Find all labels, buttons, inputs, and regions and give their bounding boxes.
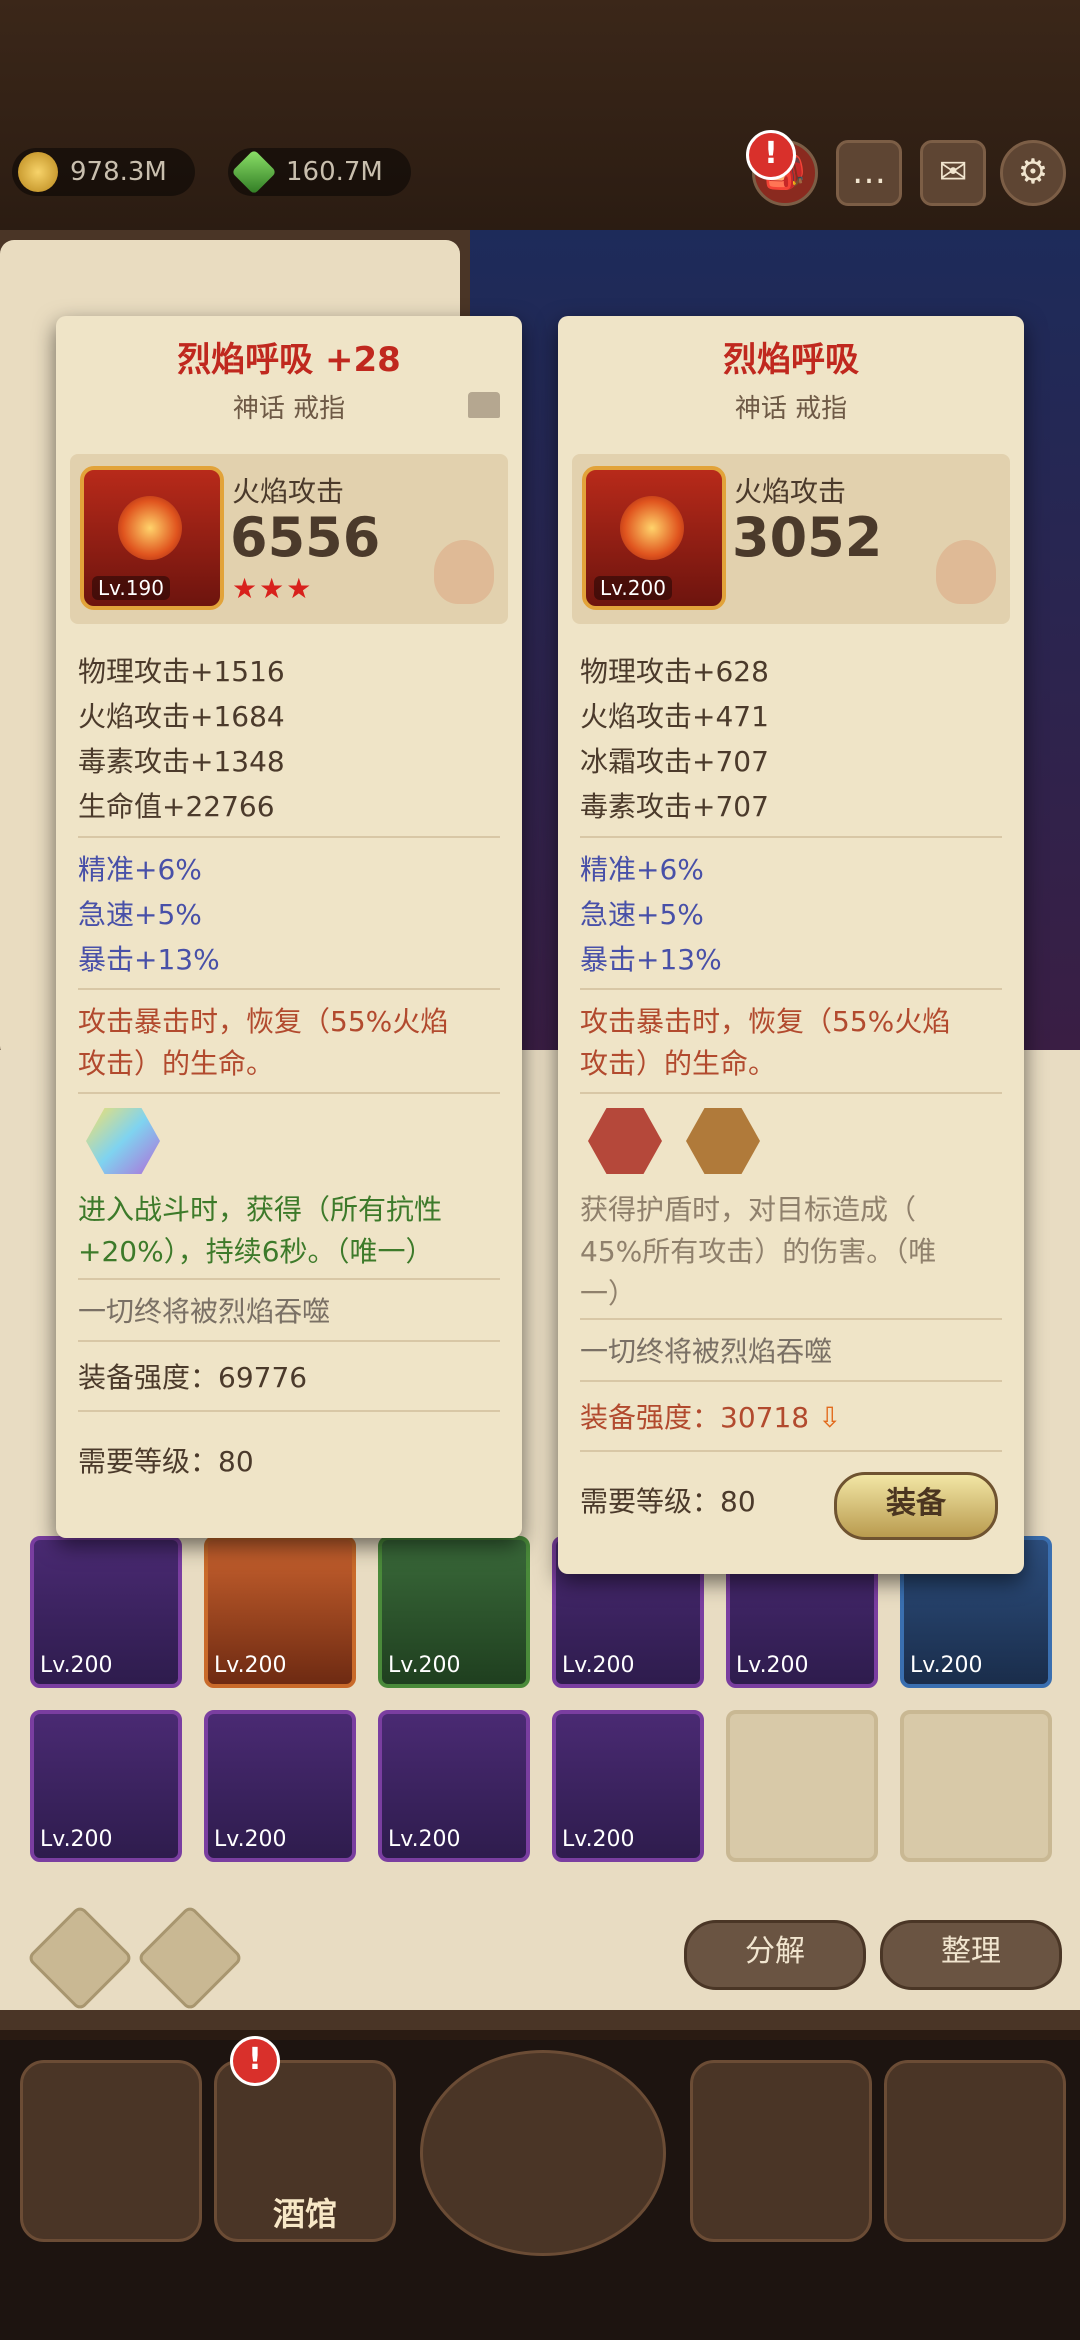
effect-line: 攻击）的生命。 bbox=[78, 1047, 275, 1080]
gem-amount: 160.7M bbox=[286, 157, 383, 187]
item-rarity-type: 神话 戒指 bbox=[734, 394, 848, 424]
bonus-line: 暴击+13% bbox=[580, 943, 722, 976]
empty-inventory-slot[interactable] bbox=[900, 1710, 1052, 1862]
star-rating: ★★★ bbox=[232, 572, 314, 605]
nav-adventure-button[interactable] bbox=[420, 2050, 666, 2256]
inventory-slot[interactable]: Lv.200 bbox=[378, 1710, 530, 1862]
main-stat-label: 火焰攻击 bbox=[734, 475, 847, 508]
gold-amount: 978.3M bbox=[70, 157, 167, 187]
required-level: 需要等级：80 bbox=[78, 1445, 254, 1478]
settings-icon[interactable]: ⚙ bbox=[1000, 140, 1066, 206]
socket-effect-line: 获得护盾时，对目标造成（ bbox=[580, 1193, 917, 1226]
divider bbox=[78, 1092, 500, 1094]
ring-gem-icon bbox=[118, 496, 182, 560]
flame-element-icon bbox=[434, 540, 494, 604]
organize-button[interactable]: 整理 bbox=[880, 1920, 1062, 1990]
item-rarity-type: 神话 戒指 bbox=[232, 394, 346, 424]
item-header: Lv.200 火焰攻击 3052 bbox=[572, 454, 1010, 624]
required-level: 需要等级：80 bbox=[580, 1485, 756, 1518]
item-name: 烈焰呼吸 bbox=[723, 340, 859, 380]
stat-line: 物理攻击+628 bbox=[580, 655, 769, 688]
compare-item-tooltip: 烈焰呼吸 神话 戒指 Lv.200 火焰攻击 3052 物理攻击+628 火焰攻… bbox=[558, 316, 1024, 1574]
equipment-strength: 装备强度：30718 ⇩ bbox=[580, 1401, 842, 1434]
divider bbox=[78, 1410, 500, 1412]
rainbow-socket-gem-icon bbox=[86, 1108, 160, 1174]
stat-line: 生命值+22766 bbox=[78, 790, 275, 823]
divider bbox=[580, 1318, 1002, 1320]
ring-item-icon: Lv.190 bbox=[80, 466, 224, 610]
stat-line: 冰霜攻击+707 bbox=[580, 745, 769, 778]
divider bbox=[78, 988, 500, 990]
main-stat-value: 3052 bbox=[732, 506, 883, 569]
mail-icon[interactable]: ✉ bbox=[920, 140, 986, 206]
item-header: Lv.190 火焰攻击 6556 ★★★ bbox=[70, 454, 508, 624]
tavern-alert-badge: ! bbox=[230, 2036, 280, 2086]
main-stat-value: 6556 bbox=[230, 506, 381, 569]
divider bbox=[580, 1380, 1002, 1382]
item-name: 烈焰呼吸 +28 bbox=[177, 340, 401, 380]
divider bbox=[580, 1450, 1002, 1452]
backpack-alert-badge: ! bbox=[746, 130, 796, 180]
divider bbox=[78, 836, 500, 838]
inventory-slot[interactable]: Lv.200 bbox=[378, 1536, 530, 1688]
bonus-line: 精准+6% bbox=[580, 853, 704, 886]
socket-effect-line: 一） bbox=[580, 1277, 637, 1310]
nav-tavern-label: 酒馆 bbox=[272, 2195, 337, 2233]
stat-line: 毒素攻击+1348 bbox=[78, 745, 285, 778]
brown-empty-socket-icon bbox=[686, 1108, 760, 1174]
equip-button[interactable]: 装备 bbox=[834, 1472, 998, 1540]
equipped-item-tooltip: 烈焰呼吸 +28 神话 戒指 Lv.190 火焰攻击 6556 ★★★ 物理攻击… bbox=[56, 316, 522, 1538]
nav-forge-button[interactable] bbox=[884, 2060, 1066, 2242]
green-gem-icon bbox=[231, 149, 277, 195]
divider bbox=[580, 836, 1002, 838]
effect-line: 攻击）的生命。 bbox=[580, 1047, 777, 1080]
flame-element-icon bbox=[936, 540, 996, 604]
socket-effect-line: 进入战斗时，获得（所有抗性 bbox=[78, 1193, 443, 1226]
bonus-line: 精准+6% bbox=[78, 853, 202, 886]
gold-counter[interactable]: 978.3M bbox=[12, 148, 195, 196]
flavor-text: 一切终将被烈焰吞噬 bbox=[78, 1295, 331, 1328]
divider bbox=[580, 988, 1002, 990]
inventory-slot[interactable]: Lv.200 bbox=[552, 1710, 704, 1862]
inventory-slot[interactable]: Lv.200 bbox=[30, 1710, 182, 1862]
gem-counter[interactable]: 160.7M bbox=[228, 148, 411, 196]
bonus-line: 急速+5% bbox=[78, 898, 202, 931]
decompose-button[interactable]: 分解 bbox=[684, 1920, 866, 1990]
bonus-line: 暴击+13% bbox=[78, 943, 220, 976]
empty-inventory-slot[interactable] bbox=[726, 1710, 878, 1862]
inventory-slot[interactable]: Lv.200 bbox=[30, 1536, 182, 1688]
effect-line: 攻击暴击时，恢复（55%火焰 bbox=[78, 1005, 449, 1038]
stat-line: 火焰攻击+1684 bbox=[78, 700, 285, 733]
stat-line: 火焰攻击+471 bbox=[580, 700, 769, 733]
socket-effect-line: 45%所有攻击）的伤害。（唯 bbox=[580, 1235, 937, 1268]
strength-down-arrow-icon: ⇩ bbox=[809, 1401, 842, 1434]
inventory-slot[interactable]: Lv.200 bbox=[204, 1536, 356, 1688]
equipped-shirt-icon bbox=[468, 392, 500, 418]
ring-item-icon: Lv.200 bbox=[582, 466, 726, 610]
flavor-text: 一切终将被烈焰吞噬 bbox=[580, 1335, 833, 1368]
divider bbox=[78, 1278, 500, 1280]
nav-town-button[interactable] bbox=[20, 2060, 202, 2242]
effect-line: 攻击暴击时，恢复（55%火焰 bbox=[580, 1005, 951, 1038]
bonus-line: 急速+5% bbox=[580, 898, 704, 931]
inventory-slot[interactable]: Lv.200 bbox=[204, 1710, 356, 1862]
socket-effect-line: +20%），持续6秒。（唯一） bbox=[78, 1235, 434, 1268]
divider bbox=[78, 1340, 500, 1342]
chat-icon[interactable]: … bbox=[836, 140, 902, 206]
nav-shop-button[interactable] bbox=[690, 2060, 872, 2242]
equipment-strength: 装备强度：69776 bbox=[78, 1361, 308, 1394]
stat-line: 毒素攻击+707 bbox=[580, 790, 769, 823]
item-level: Lv.190 bbox=[92, 576, 170, 600]
red-empty-socket-icon bbox=[588, 1108, 662, 1174]
nav-tavern-button[interactable]: 酒馆 bbox=[214, 2060, 396, 2242]
ring-gem-icon bbox=[620, 496, 684, 560]
stat-line: 物理攻击+1516 bbox=[78, 655, 285, 688]
divider bbox=[580, 1092, 1002, 1094]
gold-coin-icon bbox=[18, 152, 58, 192]
item-level: Lv.200 bbox=[594, 576, 672, 600]
main-stat-label: 火焰攻击 bbox=[232, 475, 345, 508]
